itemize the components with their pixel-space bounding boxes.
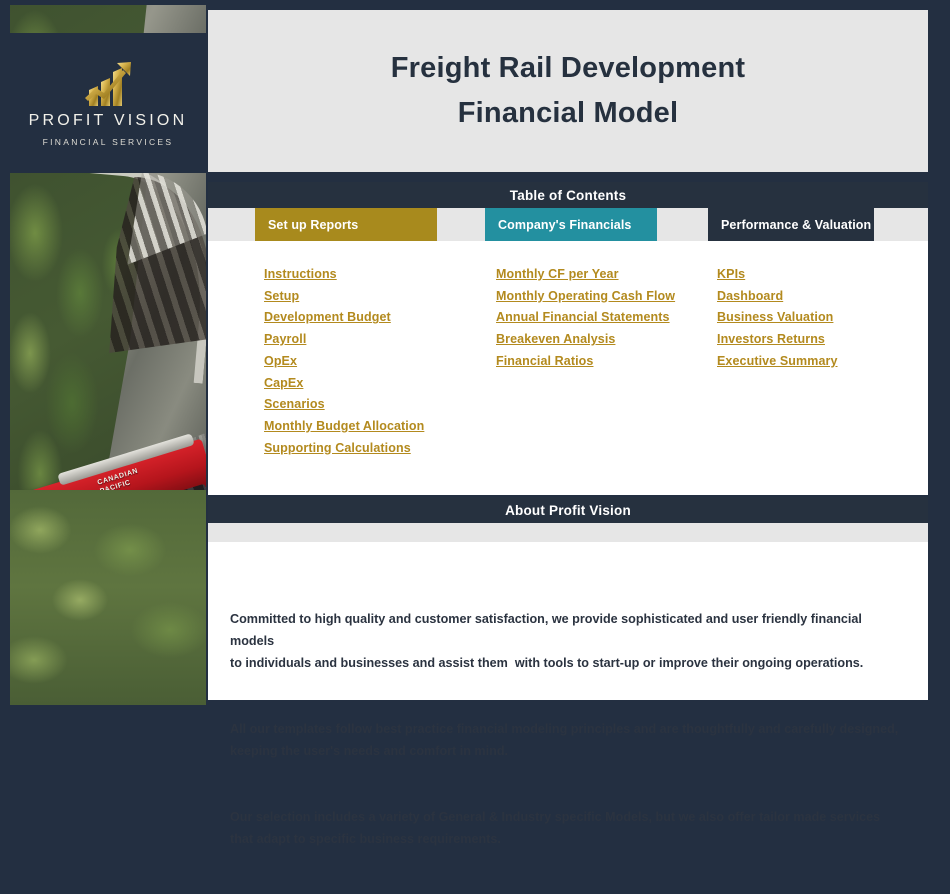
main-content: Freight Rail Development Financial Model… — [206, 5, 928, 846]
page-title-line2: Financial Model — [457, 97, 679, 129]
link-business-valuation[interactable]: Business Valuation — [717, 307, 838, 329]
about-paragraph-3: Our selection includes a variety of Gene… — [230, 810, 881, 846]
link-monthly-operating-cash-flow[interactable]: Monthly Operating Cash Flow — [496, 286, 675, 308]
page-title: Freight Rail Development Financial Model — [208, 10, 928, 172]
link-monthly-cf-per-year[interactable]: Monthly CF per Year — [496, 264, 675, 286]
page-title-line1: Freight Rail Development — [390, 52, 746, 84]
toc-column-companys-financials: Monthly CF per Year Monthly Operating Ca… — [496, 264, 675, 373]
link-development-budget[interactable]: Development Budget — [264, 307, 424, 329]
toc-link-columns: Instructions Setup Development Budget Pa… — [208, 241, 928, 495]
train-photo-main: CANADIANPACIFIC CP — [10, 173, 206, 705]
foreground-vegetation — [10, 490, 206, 705]
link-monthly-budget-allocation[interactable]: Monthly Budget Allocation — [264, 416, 424, 438]
toc-column-performance-valuation: KPIs Dashboard Business Valuation Invest… — [717, 264, 838, 373]
link-capex[interactable]: CapEx — [264, 373, 424, 395]
tab-performance-valuation[interactable]: Performance & Valuation — [708, 208, 874, 241]
link-instructions[interactable]: Instructions — [264, 264, 424, 286]
about-spacer-strip — [208, 523, 928, 542]
toc-tab-row: Set up Reports Company's Financials Perf… — [208, 208, 928, 241]
about-body: Committed to high quality and customer s… — [208, 542, 928, 846]
link-payroll[interactable]: Payroll — [264, 329, 424, 351]
tab-set-up-reports[interactable]: Set up Reports — [255, 208, 437, 241]
brand-logo-panel: PROFIT VISION FINANCIAL SERVICES — [10, 33, 206, 173]
link-scenarios[interactable]: Scenarios — [264, 394, 424, 416]
sidebar: CANADIANPACIFIC CP — [10, 5, 206, 705]
link-financial-ratios[interactable]: Financial Ratios — [496, 351, 675, 373]
brand-tagline: FINANCIAL SERVICES — [42, 136, 174, 147]
link-annual-financial-statements[interactable]: Annual Financial Statements — [496, 307, 675, 329]
about-paragraphs: Committed to high quality and customer s… — [230, 564, 902, 894]
tab-companys-financials[interactable]: Company's Financials — [485, 208, 657, 241]
link-breakeven-analysis[interactable]: Breakeven Analysis — [496, 329, 675, 351]
worksheet-page: CANADIANPACIFIC CP — [0, 0, 950, 846]
toc-column-setup-reports: Instructions Setup Development Budget Pa… — [264, 264, 424, 459]
link-dashboard[interactable]: Dashboard — [717, 286, 838, 308]
table-of-contents-body: Set up Reports Company's Financials Perf… — [208, 208, 928, 495]
about-header: About Profit Vision — [208, 497, 928, 523]
train-photo-top — [10, 5, 206, 33]
link-opex[interactable]: OpEx — [264, 351, 424, 373]
about-paragraph-2: All our templates follow best practice f… — [230, 722, 899, 758]
link-executive-summary[interactable]: Executive Summary — [717, 351, 838, 373]
about-paragraph-1: Committed to high quality and customer s… — [230, 612, 864, 670]
link-setup[interactable]: Setup — [264, 286, 424, 308]
table-of-contents-header: Table of Contents — [208, 182, 928, 208]
growth-bar-chart-arrow-icon — [85, 61, 131, 106]
link-supporting-calculations[interactable]: Supporting Calculations — [264, 438, 424, 460]
link-investors-returns[interactable]: Investors Returns — [717, 329, 838, 351]
brand-name: PROFIT VISION — [28, 111, 188, 129]
link-kpis[interactable]: KPIs — [717, 264, 838, 286]
